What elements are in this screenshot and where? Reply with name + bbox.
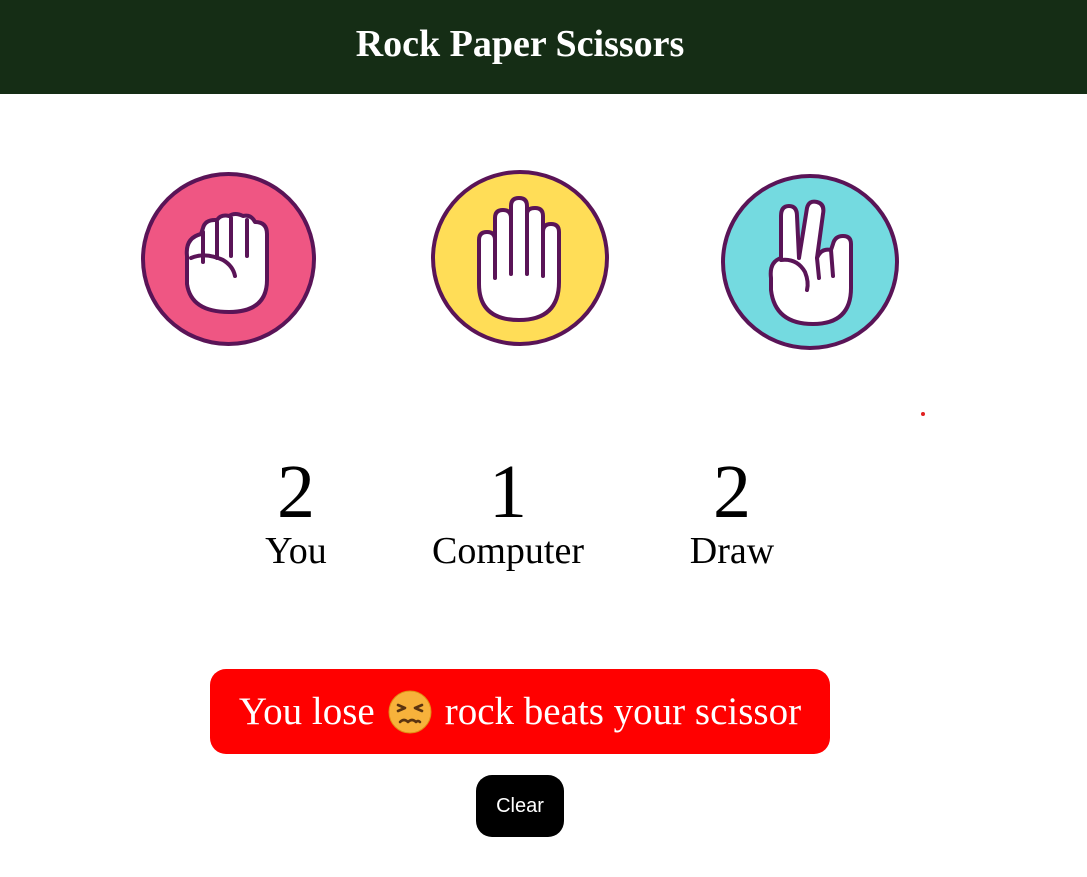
clear-button[interactable]: Clear xyxy=(476,775,564,837)
result-banner: You lose rock beats your scissor xyxy=(210,669,830,754)
score-draw-value: 2 xyxy=(713,450,751,534)
score-computer-value: 1 xyxy=(489,450,527,534)
score-you-value: 2 xyxy=(277,450,315,534)
marker-dot xyxy=(921,412,925,416)
scissors-choice-button[interactable] xyxy=(721,174,899,350)
rock-choice-button[interactable] xyxy=(141,172,316,346)
score-computer-label: Computer xyxy=(432,530,584,572)
tired-face-emoji-icon xyxy=(388,690,432,734)
peace-hand-icon xyxy=(768,199,853,326)
score-you-label: You xyxy=(265,530,327,572)
page-title: Rock Paper Scissors xyxy=(355,23,685,65)
open-hand-icon xyxy=(477,196,561,322)
result-prefix: You lose xyxy=(238,690,375,733)
result-suffix: rock beats your scissor xyxy=(444,690,802,733)
fist-icon xyxy=(184,212,269,314)
score-draw-label: Draw xyxy=(689,530,775,572)
header-bar: Rock Paper Scissors xyxy=(0,0,1087,94)
paper-choice-button[interactable] xyxy=(431,170,609,346)
score-you: 2 You xyxy=(196,450,396,574)
score-computer: 1 Computer xyxy=(408,450,608,574)
score-draw: 2 Draw xyxy=(632,450,832,574)
